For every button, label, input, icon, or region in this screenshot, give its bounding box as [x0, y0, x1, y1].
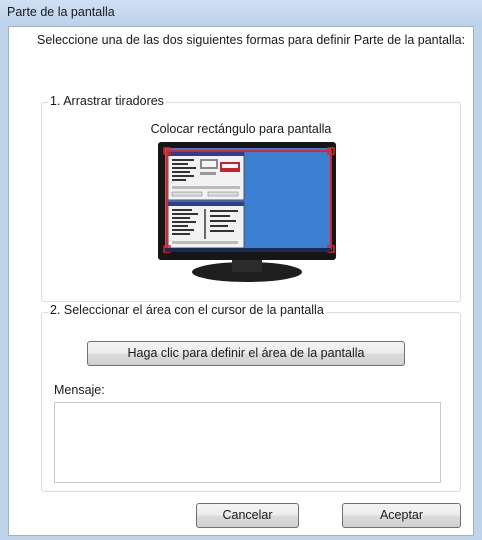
intro-text: Seleccione una de las dos siguientes for… — [37, 33, 466, 47]
cancel-button[interactable]: Cancelar — [196, 503, 299, 528]
monitor-caption: Colocar rectángulo para pantalla — [150, 122, 332, 136]
message-label: Mensaje: — [54, 383, 105, 397]
window-title: Parte de la pantalla — [7, 5, 115, 19]
ok-button[interactable]: Aceptar — [342, 503, 461, 528]
monitor-preview — [158, 142, 336, 282]
drag-handles-group-title: 1. Arrastrar tiradores — [48, 94, 166, 108]
title-bar[interactable]: Parte de la pantalla — [0, 0, 482, 25]
select-area-group-title: 2. Seleccionar el área con el cursor de … — [48, 303, 326, 317]
message-box[interactable] — [54, 402, 441, 483]
mini-taskbar — [165, 248, 331, 252]
monitor-neck — [232, 258, 262, 272]
define-area-button[interactable]: Haga clic para definir el área de la pan… — [87, 341, 405, 366]
